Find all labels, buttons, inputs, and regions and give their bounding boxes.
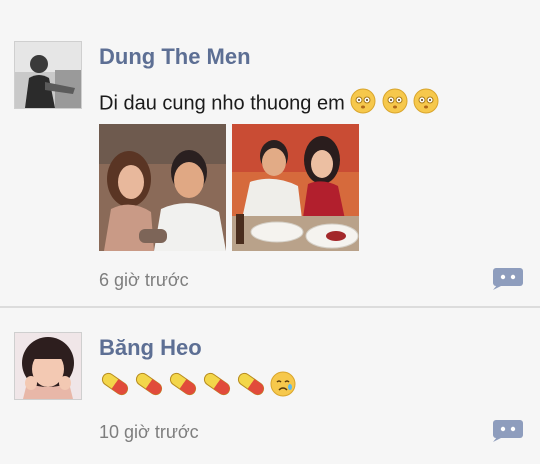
pill-emoji-icon	[167, 370, 199, 403]
post-emoji-row	[99, 370, 297, 403]
comment-bubble-icon	[493, 420, 523, 442]
timestamp: 6 giờ trước	[99, 270, 189, 290]
photo-thumbnail[interactable]	[99, 124, 226, 251]
pill-emoji-icon	[201, 370, 233, 403]
comment-button[interactable]	[493, 420, 523, 442]
pill-emoji-icon	[99, 370, 131, 403]
avatar[interactable]	[14, 41, 82, 109]
author-name[interactable]: Dung The Men	[99, 44, 251, 70]
comment-bubble-icon	[493, 268, 523, 290]
smiley-emoji-icon	[382, 88, 408, 120]
crying-face-emoji-icon	[269, 370, 297, 403]
avatar[interactable]	[14, 332, 82, 400]
pill-emoji-icon	[235, 370, 267, 403]
feed-post: Dung The Men Di dau cung nho thuong em 6…	[0, 0, 540, 306]
author-name[interactable]: Băng Heo	[99, 335, 202, 361]
smiley-emoji-icon	[413, 88, 439, 120]
post-text: Di dau cung nho thuong em	[99, 88, 439, 120]
feed-post: Băng Heo 10 giờ trước	[0, 308, 540, 464]
timestamp: 10 giờ trước	[99, 422, 199, 442]
pill-emoji-icon	[133, 370, 165, 403]
photo-thumbnail[interactable]	[232, 124, 359, 251]
comment-button[interactable]	[493, 268, 523, 290]
post-text-content: Di dau cung nho thuong em	[99, 92, 345, 115]
smiley-emoji-icon	[350, 88, 376, 120]
